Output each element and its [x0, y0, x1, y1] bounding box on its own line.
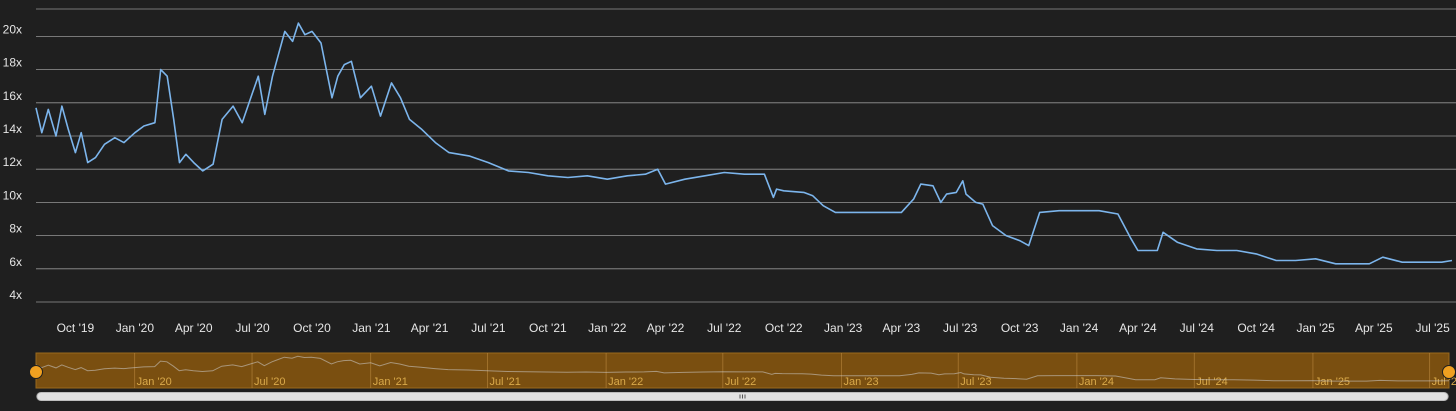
x-tick-label: Apr '23 — [883, 321, 921, 335]
chart-background — [0, 0, 1456, 406]
x-tick-label: Oct '19 — [57, 321, 95, 335]
x-tick-label: Oct '21 — [529, 321, 567, 335]
navigator-tick-label: Jul '24 — [1196, 376, 1227, 388]
navigator-tick-label: Jan '21 — [373, 376, 408, 388]
navigator-right-handle[interactable] — [1443, 366, 1456, 379]
chart-svg: 4x 6x 8x 10x 12x 14x 16x 18x 20x Oct '19 Jan '20 A… — [0, 0, 1456, 406]
x-tick-label: Jul '21 — [471, 321, 506, 335]
y-tick-label: 20x — [3, 22, 22, 36]
y-tick-label: 4x — [9, 288, 22, 302]
x-tick-label: Apr '25 — [1355, 321, 1393, 335]
navigator-left-handle[interactable] — [30, 366, 43, 379]
x-tick-label: Jul '23 — [943, 321, 978, 335]
navigator-tick-label: Jul '21 — [489, 376, 520, 388]
x-tick-label: Jan '21 — [352, 321, 391, 335]
navigator-tick-label: Jul '23 — [960, 376, 991, 388]
navigator-tick-label: Jul '20 — [254, 376, 285, 388]
navigator[interactable]: Jan '20 Jul '20 Jan '21 Jul '21 Jan '22 Jul '… — [30, 353, 1456, 388]
y-tick-label: 16x — [3, 89, 22, 103]
navigator-tick-label: Jan '23 — [843, 376, 878, 388]
navigator-tick-label: Jan '20 — [137, 376, 172, 388]
y-tick-label: 12x — [3, 155, 22, 169]
x-tick-label: Oct '24 — [1237, 321, 1275, 335]
y-tick-label: 14x — [3, 122, 22, 136]
x-tick-label: Jan '25 — [1296, 321, 1335, 335]
navigator-tick-label: Jan '22 — [608, 376, 643, 388]
x-tick-label: Apr '20 — [175, 321, 213, 335]
x-tick-label: Apr '24 — [1119, 321, 1157, 335]
x-tick-label: Oct '23 — [1001, 321, 1039, 335]
x-tick-label: Jul '24 — [1180, 321, 1215, 335]
x-tick-label: Oct '22 — [765, 321, 803, 335]
navigator-tick-label: Jan '25 — [1315, 376, 1350, 388]
x-tick-label: Jul '22 — [707, 321, 742, 335]
x-tick-label: Oct '20 — [293, 321, 331, 335]
navigator-tick-label: Jul '22 — [725, 376, 756, 388]
x-tick-label: Jan '20 — [116, 321, 155, 335]
x-tick-label: Jul '20 — [235, 321, 270, 335]
x-tick-label: Jan '22 — [588, 321, 627, 335]
x-tick-label: Jul '25 — [1415, 321, 1450, 335]
y-tick-label: 18x — [3, 56, 22, 70]
y-tick-label: 10x — [3, 188, 22, 202]
valuation-multiple-chart: 4x 6x 8x 10x 12x 14x 16x 18x 20x Oct '19 Jan '20 A… — [0, 0, 1456, 406]
x-tick-label: Apr '21 — [411, 321, 449, 335]
x-tick-label: Jan '23 — [824, 321, 863, 335]
x-tick-label: Apr '22 — [647, 321, 685, 335]
y-tick-label: 6x — [9, 255, 22, 269]
x-tick-label: Jan '24 — [1060, 321, 1099, 335]
scrollbar[interactable] — [36, 392, 1449, 401]
navigator-tick-label: Jan '24 — [1079, 376, 1114, 388]
y-tick-label: 8x — [9, 222, 22, 236]
